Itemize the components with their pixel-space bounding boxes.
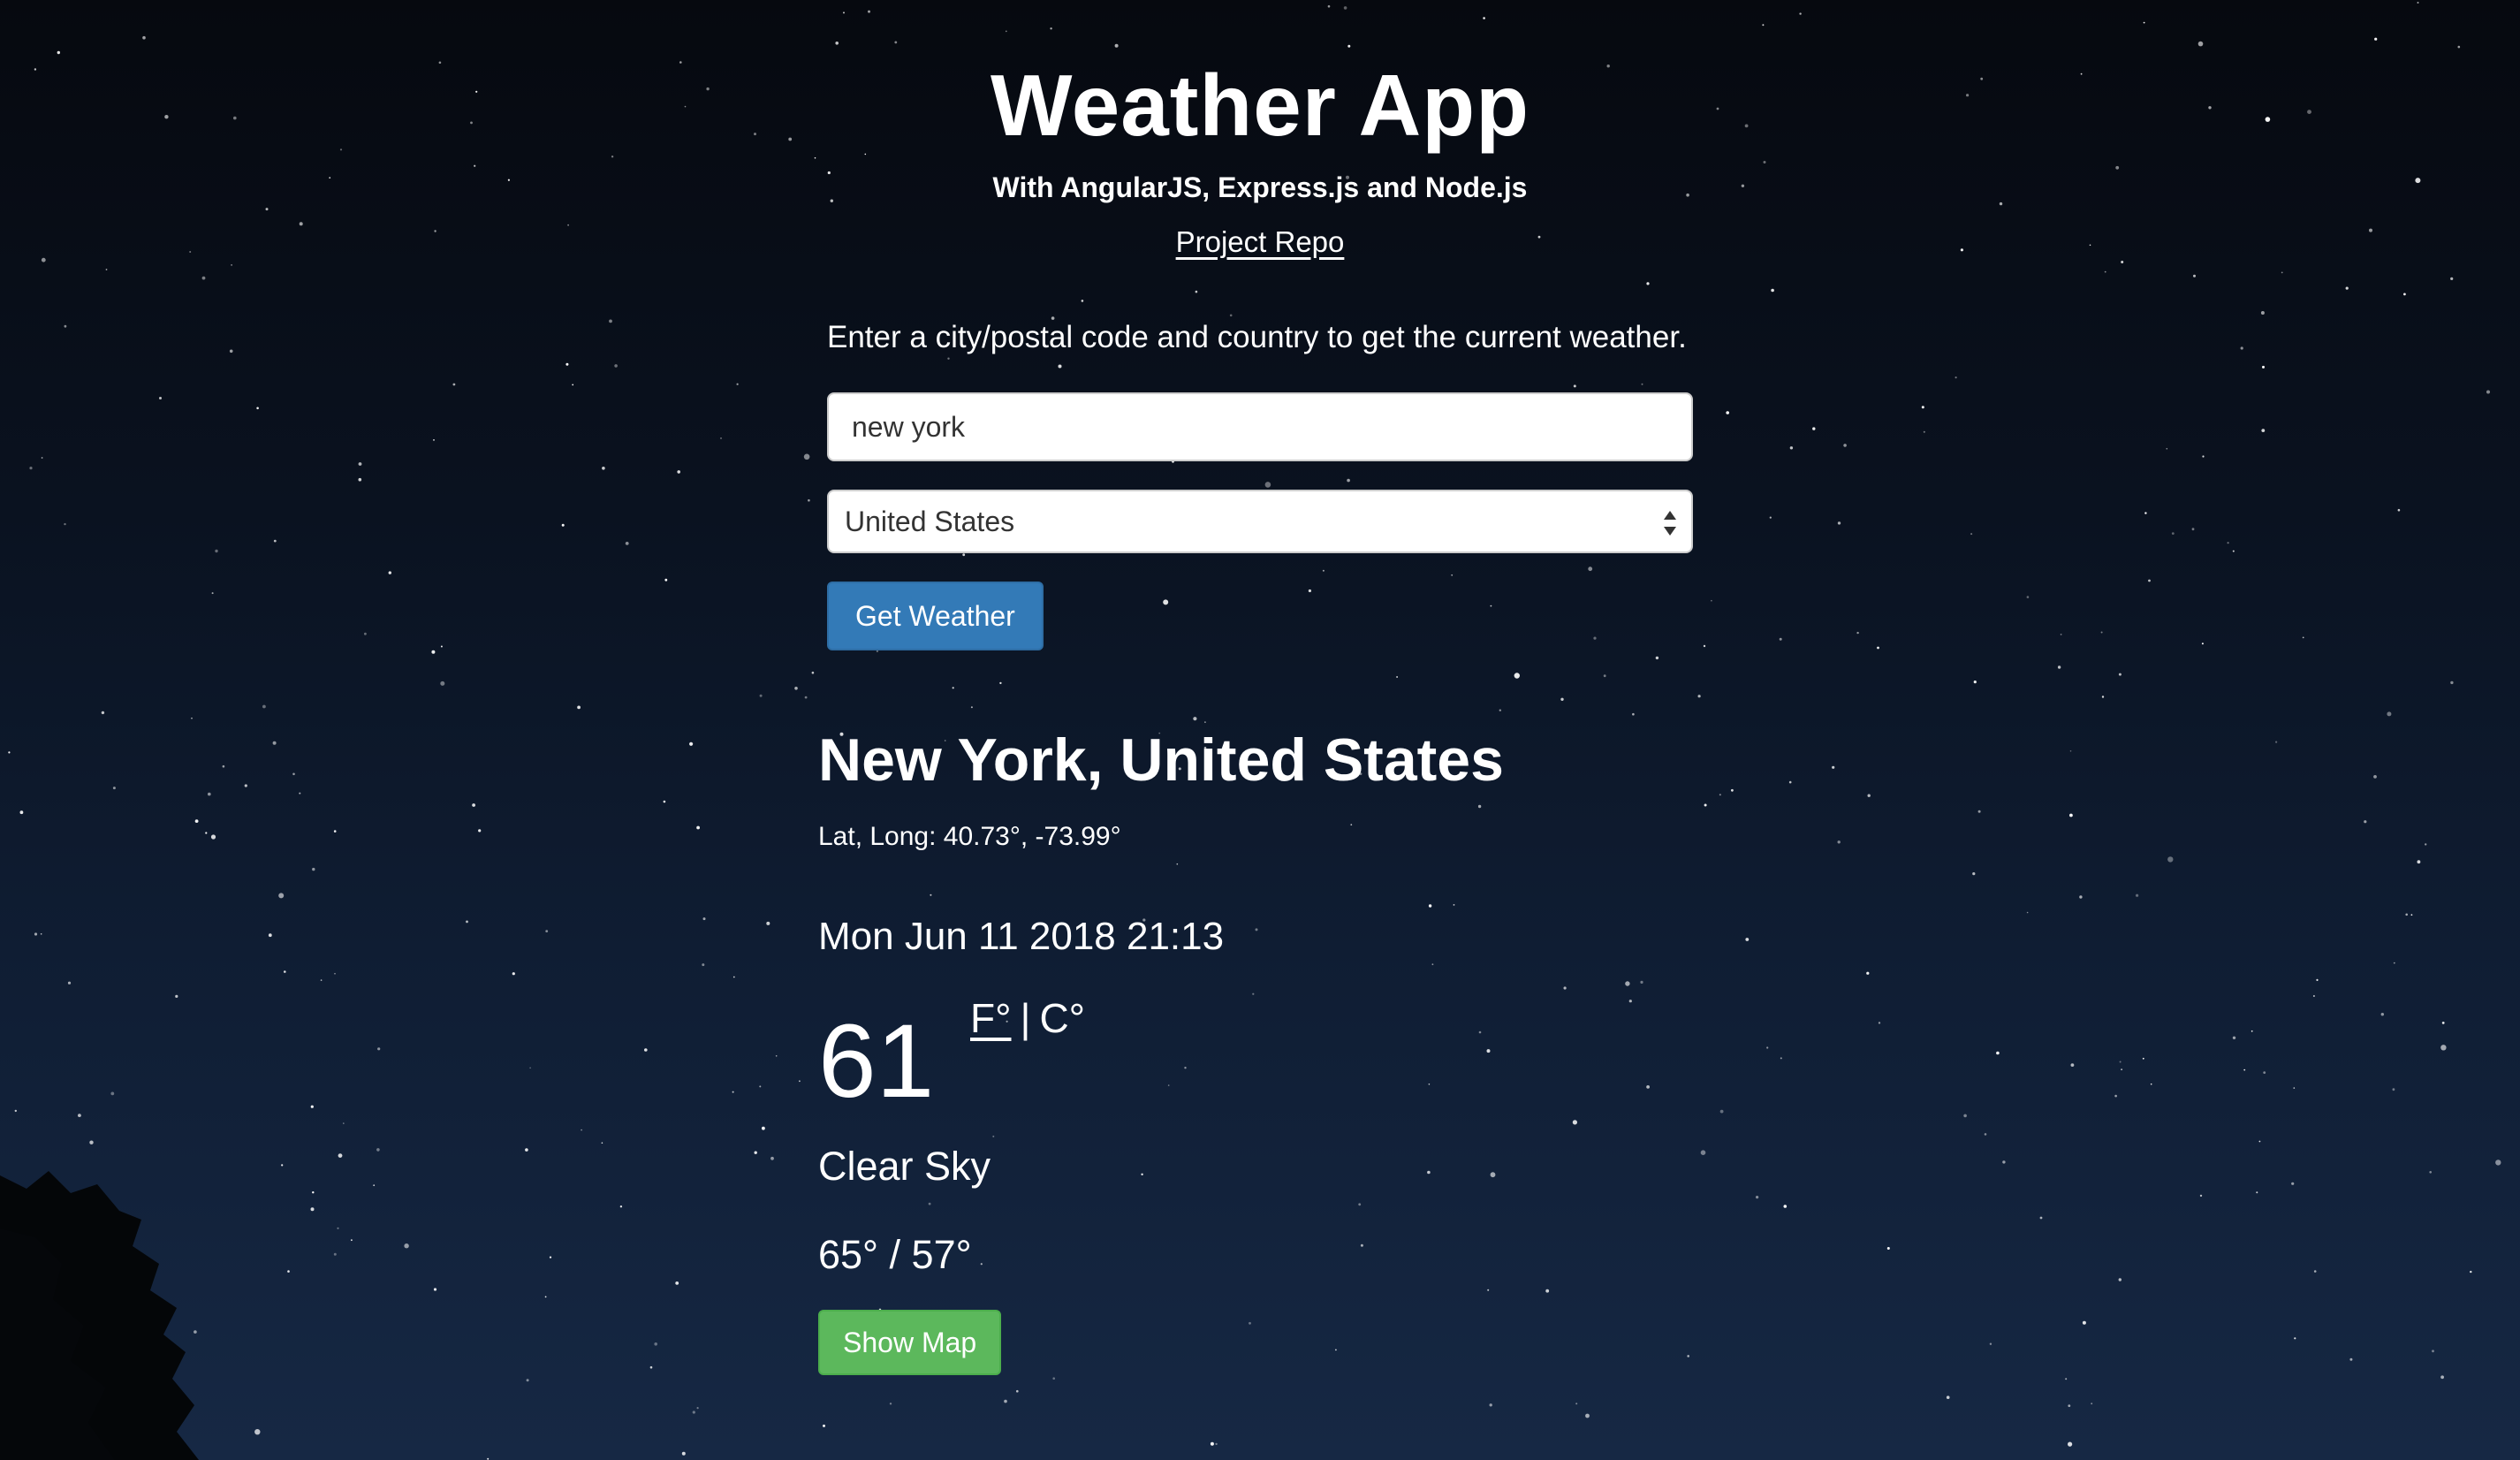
temperature-value: 61 [818, 1003, 935, 1120]
weather-form: Enter a city/postal code and country to … [827, 318, 1693, 650]
location-title: New York, United States [818, 726, 1504, 794]
temperature-row: 61 F° | C° [818, 995, 1790, 1114]
date-time: Mon Jun 11 2018 21:13 [818, 915, 1225, 958]
app-subtitle: With AngularJS, Express.js and Node.js [992, 171, 1528, 203]
lat-long: Lat, Long: 40.73°, -73.99° [818, 822, 1121, 851]
high-low-temperature: 65° / 57° [818, 1232, 972, 1277]
unit-toggle: F° | C° [970, 995, 1085, 1041]
updown-arrows-icon [1664, 511, 1676, 536]
app-title: Weather App [991, 57, 1529, 154]
form-instructions: Enter a city/postal code and country to … [827, 320, 1687, 354]
show-map-button[interactable]: Show Map [818, 1310, 1002, 1375]
page-header: Weather App With AngularJS, Express.js a… [0, 53, 2520, 260]
country-select[interactable]: United States [827, 490, 1693, 553]
project-repo-link[interactable]: Project Repo [1176, 224, 1345, 260]
country-select-value: United States [845, 506, 1015, 537]
unit-separator: | [1020, 995, 1031, 1041]
city-input[interactable] [827, 392, 1693, 461]
weather-condition: Clear Sky [818, 1144, 991, 1189]
fahrenheit-link[interactable]: F° [970, 995, 1012, 1041]
get-weather-button[interactable]: Get Weather [827, 582, 1044, 650]
celsius-link[interactable]: C° [1039, 995, 1085, 1041]
weather-result: New York, United States Lat, Long: 40.73… [818, 725, 1790, 1375]
